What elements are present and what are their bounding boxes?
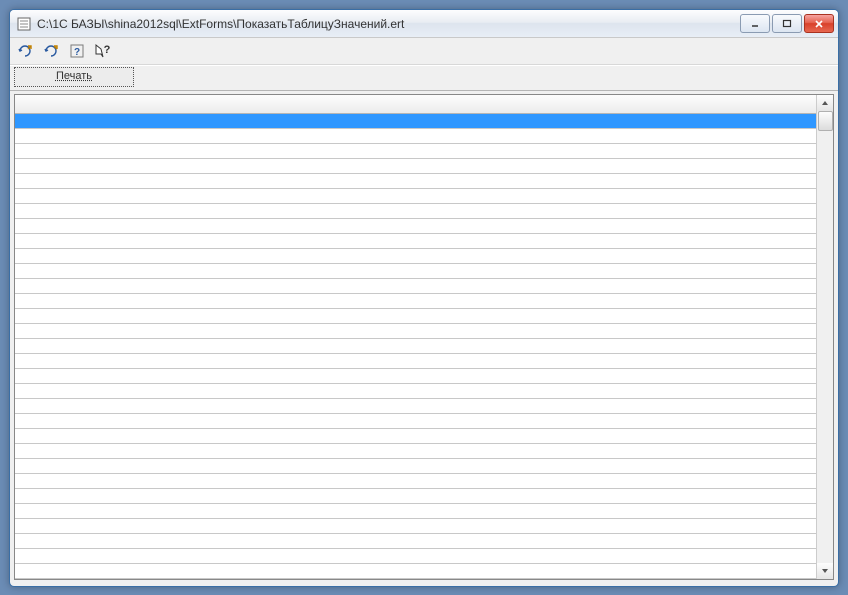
scroll-track[interactable]: [817, 111, 833, 563]
context-help-icon[interactable]: ?: [94, 42, 112, 60]
table-row[interactable]: [15, 234, 816, 249]
scroll-thumb[interactable]: [818, 111, 833, 131]
app-icon: [16, 16, 32, 32]
window-controls: [740, 14, 834, 33]
table-row[interactable]: [15, 159, 816, 174]
table-row[interactable]: [15, 309, 816, 324]
table-row[interactable]: [15, 384, 816, 399]
app-window: C:\1С БАЗЫ\shina2012sql\ExtForms\Показат…: [9, 9, 839, 587]
table-row[interactable]: [15, 114, 816, 129]
table-row[interactable]: [15, 189, 816, 204]
svg-text:?: ?: [73, 47, 79, 58]
grid-body[interactable]: [15, 95, 816, 579]
table-row[interactable]: [15, 264, 816, 279]
table-row[interactable]: [15, 354, 816, 369]
table-row[interactable]: [15, 174, 816, 189]
data-grid: [14, 94, 834, 580]
svg-text:?: ?: [104, 44, 111, 56]
table-row[interactable]: [15, 324, 816, 339]
table-row[interactable]: [15, 504, 816, 519]
table-row[interactable]: [15, 249, 816, 264]
table-row[interactable]: [15, 429, 816, 444]
table-row[interactable]: [15, 339, 816, 354]
close-button[interactable]: [804, 14, 834, 33]
table-row[interactable]: [15, 534, 816, 549]
table-row[interactable]: [15, 144, 816, 159]
grid-header[interactable]: [15, 95, 816, 114]
scroll-up-button[interactable]: [817, 95, 833, 111]
table-row[interactable]: [15, 414, 816, 429]
print-button[interactable]: Печать: [14, 67, 134, 87]
table-row[interactable]: [15, 369, 816, 384]
refresh-in-icon[interactable]: [42, 42, 60, 60]
table-row[interactable]: [15, 489, 816, 504]
titlebar: C:\1С БАЗЫ\shina2012sql\ExtForms\Показат…: [10, 10, 838, 38]
table-row[interactable]: [15, 219, 816, 234]
minimize-button[interactable]: [740, 14, 770, 33]
table-row[interactable]: [15, 459, 816, 474]
table-row[interactable]: [15, 519, 816, 534]
table-row[interactable]: [15, 549, 816, 564]
table-row[interactable]: [15, 564, 816, 579]
table-row[interactable]: [15, 444, 816, 459]
help-icon[interactable]: ?: [68, 42, 86, 60]
table-row[interactable]: [15, 204, 816, 219]
table-row[interactable]: [15, 294, 816, 309]
table-row[interactable]: [15, 129, 816, 144]
table-row[interactable]: [15, 279, 816, 294]
refresh-out-icon[interactable]: [16, 42, 34, 60]
button-bar: Печать: [10, 65, 838, 91]
table-row[interactable]: [15, 399, 816, 414]
scroll-down-button[interactable]: [817, 563, 833, 579]
window-title: C:\1С БАЗЫ\shina2012sql\ExtForms\Показат…: [37, 17, 740, 31]
table-row[interactable]: [15, 474, 816, 489]
vertical-scrollbar[interactable]: [816, 95, 833, 579]
toolbar: ? ?: [10, 38, 838, 65]
maximize-button[interactable]: [772, 14, 802, 33]
